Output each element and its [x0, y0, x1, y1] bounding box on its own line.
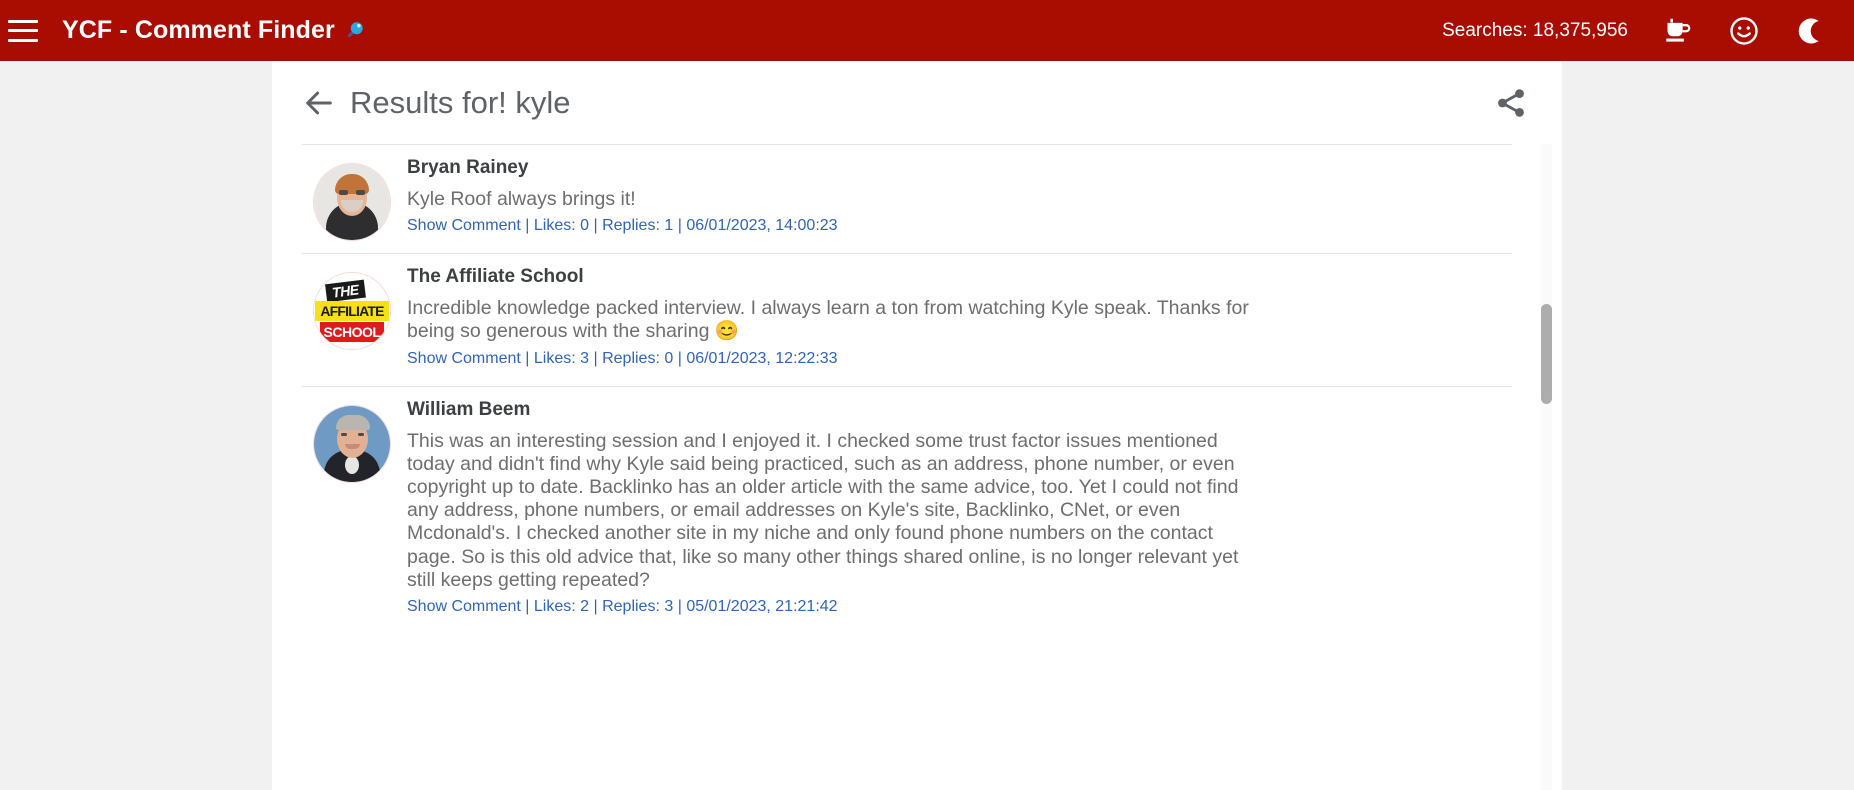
- avatar-photo: [314, 164, 390, 240]
- comment-meta: Show Comment | Likes: 3 | Replies: 0 | 0…: [407, 350, 1512, 368]
- back-arrow-icon[interactable]: [302, 86, 336, 120]
- comment-text: Incredible knowledge packed interview. I…: [407, 297, 1249, 343]
- meta-separator: |: [593, 598, 598, 616]
- page-title: Results for! kyle: [350, 84, 571, 120]
- hamburger-menu-icon[interactable]: [8, 19, 38, 42]
- logo-line-school: SCHOOL: [320, 322, 384, 343]
- logo-line-the: THE: [325, 279, 366, 303]
- logo-line-affiliate: AFFILIATE: [315, 301, 389, 322]
- meta-separator: |: [677, 598, 682, 616]
- list-item: THE AFFILIATE SCHOOL The Affiliate Schoo…: [302, 253, 1512, 385]
- meta-separator: |: [593, 349, 598, 367]
- likes-count: Likes: 2: [533, 598, 590, 616]
- meta-separator: |: [525, 598, 530, 616]
- replies-count: Replies: 1: [602, 217, 674, 235]
- affiliate-school-logo: THE AFFILIATE SCHOOL: [314, 273, 390, 350]
- likes-count: Likes: 3: [533, 349, 590, 367]
- show-comment-link[interactable]: Show Comment: [407, 598, 521, 615]
- comment-meta: Show Comment | Likes: 0 | Replies: 1 | 0…: [407, 217, 1512, 235]
- comment-body: William Beem This was an interesting ses…: [402, 399, 1512, 634]
- comment-meta: Show Comment | Likes: 2 | Replies: 3 | 0…: [407, 598, 1512, 616]
- hamburger-line: [8, 29, 38, 32]
- dark-mode-moon-icon[interactable]: [1794, 15, 1826, 47]
- avatar-photo: [314, 405, 390, 482]
- coffee-cup-icon[interactable]: [1662, 15, 1694, 47]
- meta-separator: |: [525, 217, 530, 235]
- app-title: YCF - Comment Finder: [62, 16, 365, 45]
- comment-timestamp: 06/01/2023, 12:22:33: [686, 349, 838, 367]
- meta-separator: |: [677, 349, 682, 367]
- magnifier-icon: [343, 20, 365, 42]
- app-title-text: YCF - Comment Finder: [62, 16, 335, 44]
- hamburger-line: [8, 19, 38, 23]
- meta-separator: |: [593, 217, 598, 235]
- avatar-column: [302, 399, 402, 634]
- meta-separator: |: [525, 349, 530, 367]
- show-comment-link[interactable]: Show Comment: [407, 350, 521, 367]
- hamburger-line: [8, 38, 38, 42]
- avatar-column: THE AFFILIATE SCHOOL: [302, 266, 402, 385]
- app-bar: YCF - Comment Finder Searches: 18,375,95…: [0, 0, 1854, 61]
- avatar: [313, 404, 391, 483]
- results-scroll-area[interactable]: Bryan Rainey Kyle Roof always brings it!…: [272, 144, 1562, 790]
- avatar-column: [302, 157, 402, 253]
- comment-body: The Affiliate School Incredible knowledg…: [402, 266, 1512, 385]
- show-comment-link[interactable]: Show Comment: [407, 217, 521, 234]
- scrollbar-thumb[interactable]: [1541, 304, 1552, 404]
- smiley-face-icon[interactable]: [1728, 15, 1760, 47]
- comment-author: Bryan Rainey: [407, 157, 529, 178]
- comment-text: Kyle Roof always brings it!: [407, 188, 636, 210]
- comment-author: William Beem: [407, 398, 531, 420]
- replies-count: Replies: 0: [602, 349, 674, 367]
- avatar: [313, 163, 391, 241]
- avatar: THE AFFILIATE SCHOOL: [313, 272, 391, 351]
- meta-separator: |: [677, 217, 682, 235]
- comment-author: The Affiliate School: [407, 266, 584, 288]
- comment-text: This was an interesting session and I en…: [407, 429, 1239, 591]
- comment-timestamp: 06/01/2023, 14:00:23: [686, 217, 838, 235]
- replies-count: Replies: 3: [602, 598, 674, 616]
- list-item: William Beem This was an interesting ses…: [302, 385, 1512, 634]
- comment-body: Bryan Rainey Kyle Roof always brings it!…: [402, 157, 1512, 253]
- results-list: Bryan Rainey Kyle Roof always brings it!…: [302, 144, 1512, 634]
- share-icon[interactable]: [1494, 86, 1528, 120]
- list-item: Bryan Rainey Kyle Roof always brings it!…: [302, 144, 1512, 253]
- comment-timestamp: 05/01/2023, 21:21:42: [686, 598, 838, 616]
- results-card: Results for! kyle Bryan Rainey Kyle Roof…: [272, 61, 1562, 790]
- likes-count: Likes: 0: [533, 217, 590, 235]
- scrollbar[interactable]: [1541, 144, 1552, 790]
- results-header: Results for! kyle: [272, 61, 1562, 144]
- searches-counter: Searches: 18,375,956: [1442, 19, 1628, 41]
- app-bar-actions: Searches: 18,375,956: [1442, 15, 1854, 47]
